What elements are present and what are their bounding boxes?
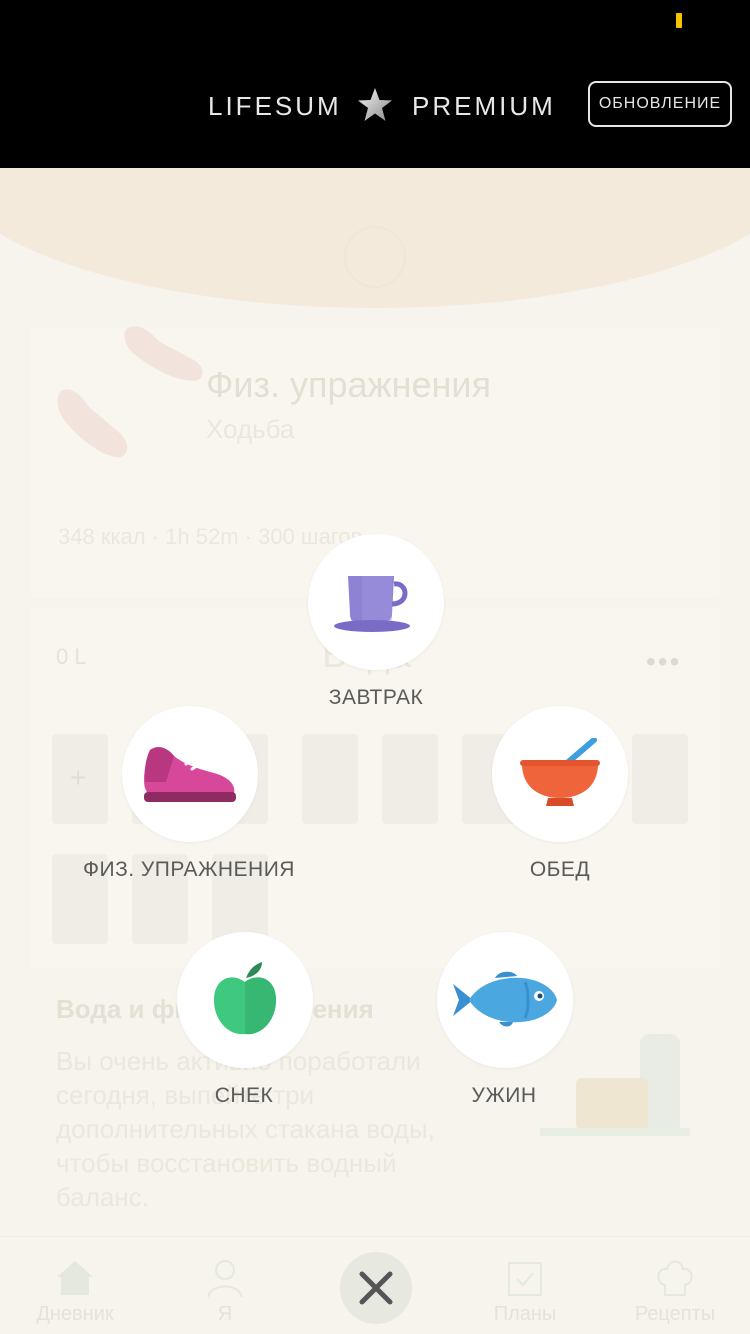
breakfast-button[interactable] (308, 534, 444, 670)
calendar-check-icon (508, 1262, 542, 1296)
tip-text: Вы очень активно поработали сегодня, вып… (56, 1046, 435, 1212)
snack-label: СНЕК (214, 1084, 274, 1107)
nav-label-me: Я (217, 1303, 233, 1325)
sneaker-icon (124, 326, 203, 381)
bowl-icon (520, 738, 600, 806)
exercise-button[interactable] (122, 706, 258, 842)
star-icon (358, 88, 392, 121)
nav-label-plans: Планы (493, 1303, 557, 1325)
apple-icon (214, 962, 276, 1035)
close-icon (359, 1271, 393, 1305)
nav-item-recipes[interactable]: Рецепты (600, 1255, 750, 1326)
lunch-label: ОБЕД (529, 858, 591, 881)
brand-premium: PREMIUM (412, 91, 556, 121)
water-glass (382, 734, 438, 824)
add-glass-icon: + (70, 762, 87, 793)
progress-ring (344, 226, 406, 288)
exercise-title: Физ. упражнения (206, 364, 491, 405)
more-icon: ••• (646, 646, 682, 677)
coffee-cup-icon (334, 576, 410, 632)
snack-button[interactable] (177, 932, 313, 1068)
sneaker-icon (57, 389, 128, 458)
dinner-button[interactable] (437, 932, 573, 1068)
exercise-subtitle: Ходьба (206, 414, 295, 444)
nav-label-diary: Дневник (36, 1303, 114, 1325)
lunch-button[interactable] (492, 706, 628, 842)
person-icon (207, 1260, 243, 1298)
chef-hat-icon (657, 1260, 693, 1296)
fish-icon (453, 971, 557, 1027)
upgrade-button[interactable]: ОБНОВЛЕНИЕ (588, 81, 732, 127)
nav-item-plans[interactable]: Планы (450, 1255, 600, 1326)
nav-item-me[interactable]: Я (150, 1255, 300, 1326)
exercise-stats: 348 ккал · 1h 52m · 300 шагов (58, 524, 363, 549)
water-bottle-illustration (540, 1034, 690, 1136)
water-glass (302, 734, 358, 824)
dinner-label: УЖИН (471, 1084, 537, 1107)
premium-banner: LIFESUM PREMIUM ОБНОВЛЕНИЕ (0, 0, 750, 168)
water-glass (632, 734, 688, 824)
battery-indicator (676, 13, 682, 28)
breakfast-label: ЗАВТРАК (328, 686, 424, 709)
nav-label-recipes: Рецепты (634, 1303, 716, 1325)
diary-background: Физ. упражнения Ходьба 348 ккал · 1h 52m… (0, 168, 750, 1334)
exercise-label: ФИЗ. УПРАЖНЕНИЯ (83, 858, 295, 881)
sneaker-icon (144, 747, 236, 802)
nav-item-diary[interactable]: Дневник (0, 1255, 150, 1326)
home-icon (57, 1261, 93, 1295)
close-button[interactable] (340, 1252, 412, 1324)
brand-lifesum: LIFESUM (208, 91, 342, 121)
water-amount: 0 L (56, 644, 87, 669)
